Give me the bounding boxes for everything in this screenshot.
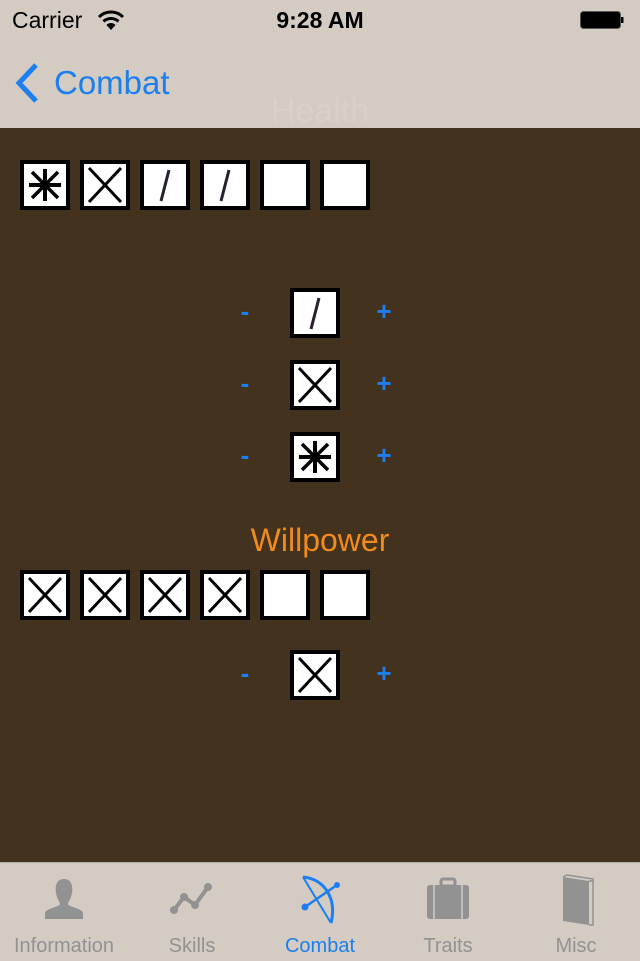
page-title: Health	[270, 92, 370, 130]
person-icon	[45, 879, 83, 919]
asterisk-mark-icon	[29, 169, 61, 201]
tab-skills[interactable]: Skills	[128, 863, 256, 961]
empty-icon	[324, 164, 366, 206]
willpower-box-empty	[320, 570, 370, 620]
health-screen: - + - + - + Willpower - +	[0, 128, 640, 862]
bow-arrow-icon	[301, 875, 340, 924]
willpower-box-x-mark	[80, 570, 130, 620]
tab-label: Skills	[168, 935, 216, 957]
slash-mark-icon	[159, 169, 171, 202]
empty-icon	[264, 164, 306, 206]
x-mark-icon	[147, 576, 183, 614]
decrement-button[interactable]: -	[230, 658, 260, 689]
decrement-button[interactable]: -	[230, 368, 260, 399]
graph-icon	[170, 883, 212, 914]
x-mark-icon	[87, 166, 123, 204]
x-mark-icon	[297, 366, 333, 404]
stepper-box-asterisk-mark	[290, 432, 340, 482]
health-box-x-mark	[80, 160, 130, 210]
tab-misc[interactable]: Misc	[512, 863, 640, 961]
decrement-button[interactable]: -	[230, 296, 260, 327]
tab-label: Combat	[284, 935, 356, 957]
status-bar: Carrier 9:28 AM	[0, 0, 640, 40]
tab-bar: Information Skills Combat Traits Misc	[0, 862, 640, 961]
x-mark-icon	[87, 576, 123, 614]
slash-mark-icon	[219, 169, 231, 202]
slash-mark-icon	[309, 297, 321, 330]
increment-button[interactable]: +	[369, 296, 399, 327]
briefcase-icon	[427, 877, 469, 919]
tab-label: Information	[13, 935, 115, 957]
willpower-title: Willpower	[250, 522, 390, 558]
willpower-box-x-mark	[140, 570, 190, 620]
willpower-box-x-mark	[200, 570, 250, 620]
health-box-empty	[260, 160, 310, 210]
willpower-box-x-mark	[20, 570, 70, 620]
tab-traits[interactable]: Traits	[384, 863, 512, 961]
tab-combat[interactable]: Combat	[256, 863, 384, 961]
health-box-slash-mark	[140, 160, 190, 210]
x-mark-icon	[297, 656, 333, 694]
increment-button[interactable]: +	[369, 658, 399, 689]
stepper-box-x-mark	[290, 650, 340, 700]
tab-label: Traits	[423, 935, 473, 957]
empty-icon	[324, 574, 366, 616]
book-icon	[562, 874, 594, 926]
health-box-asterisk-mark	[20, 160, 70, 210]
tab-information[interactable]: Information	[0, 863, 128, 961]
navigation-bar: Combat Health	[0, 40, 640, 130]
clock: 9:28 AM	[276, 7, 364, 33]
willpower-box-empty	[260, 570, 310, 620]
stepper-box-slash-mark	[290, 288, 340, 338]
stepper-box-x-mark	[290, 360, 340, 410]
decrement-button[interactable]: -	[230, 440, 260, 471]
battery-icon	[580, 11, 624, 29]
health-box-slash-mark	[200, 160, 250, 210]
increment-button[interactable]: +	[369, 440, 399, 471]
asterisk-mark-icon	[299, 441, 331, 473]
increment-button[interactable]: +	[369, 368, 399, 399]
x-mark-icon	[207, 576, 243, 614]
x-mark-icon	[27, 576, 63, 614]
empty-icon	[264, 574, 306, 616]
health-box-empty	[320, 160, 370, 210]
tab-label: Misc	[555, 935, 597, 957]
